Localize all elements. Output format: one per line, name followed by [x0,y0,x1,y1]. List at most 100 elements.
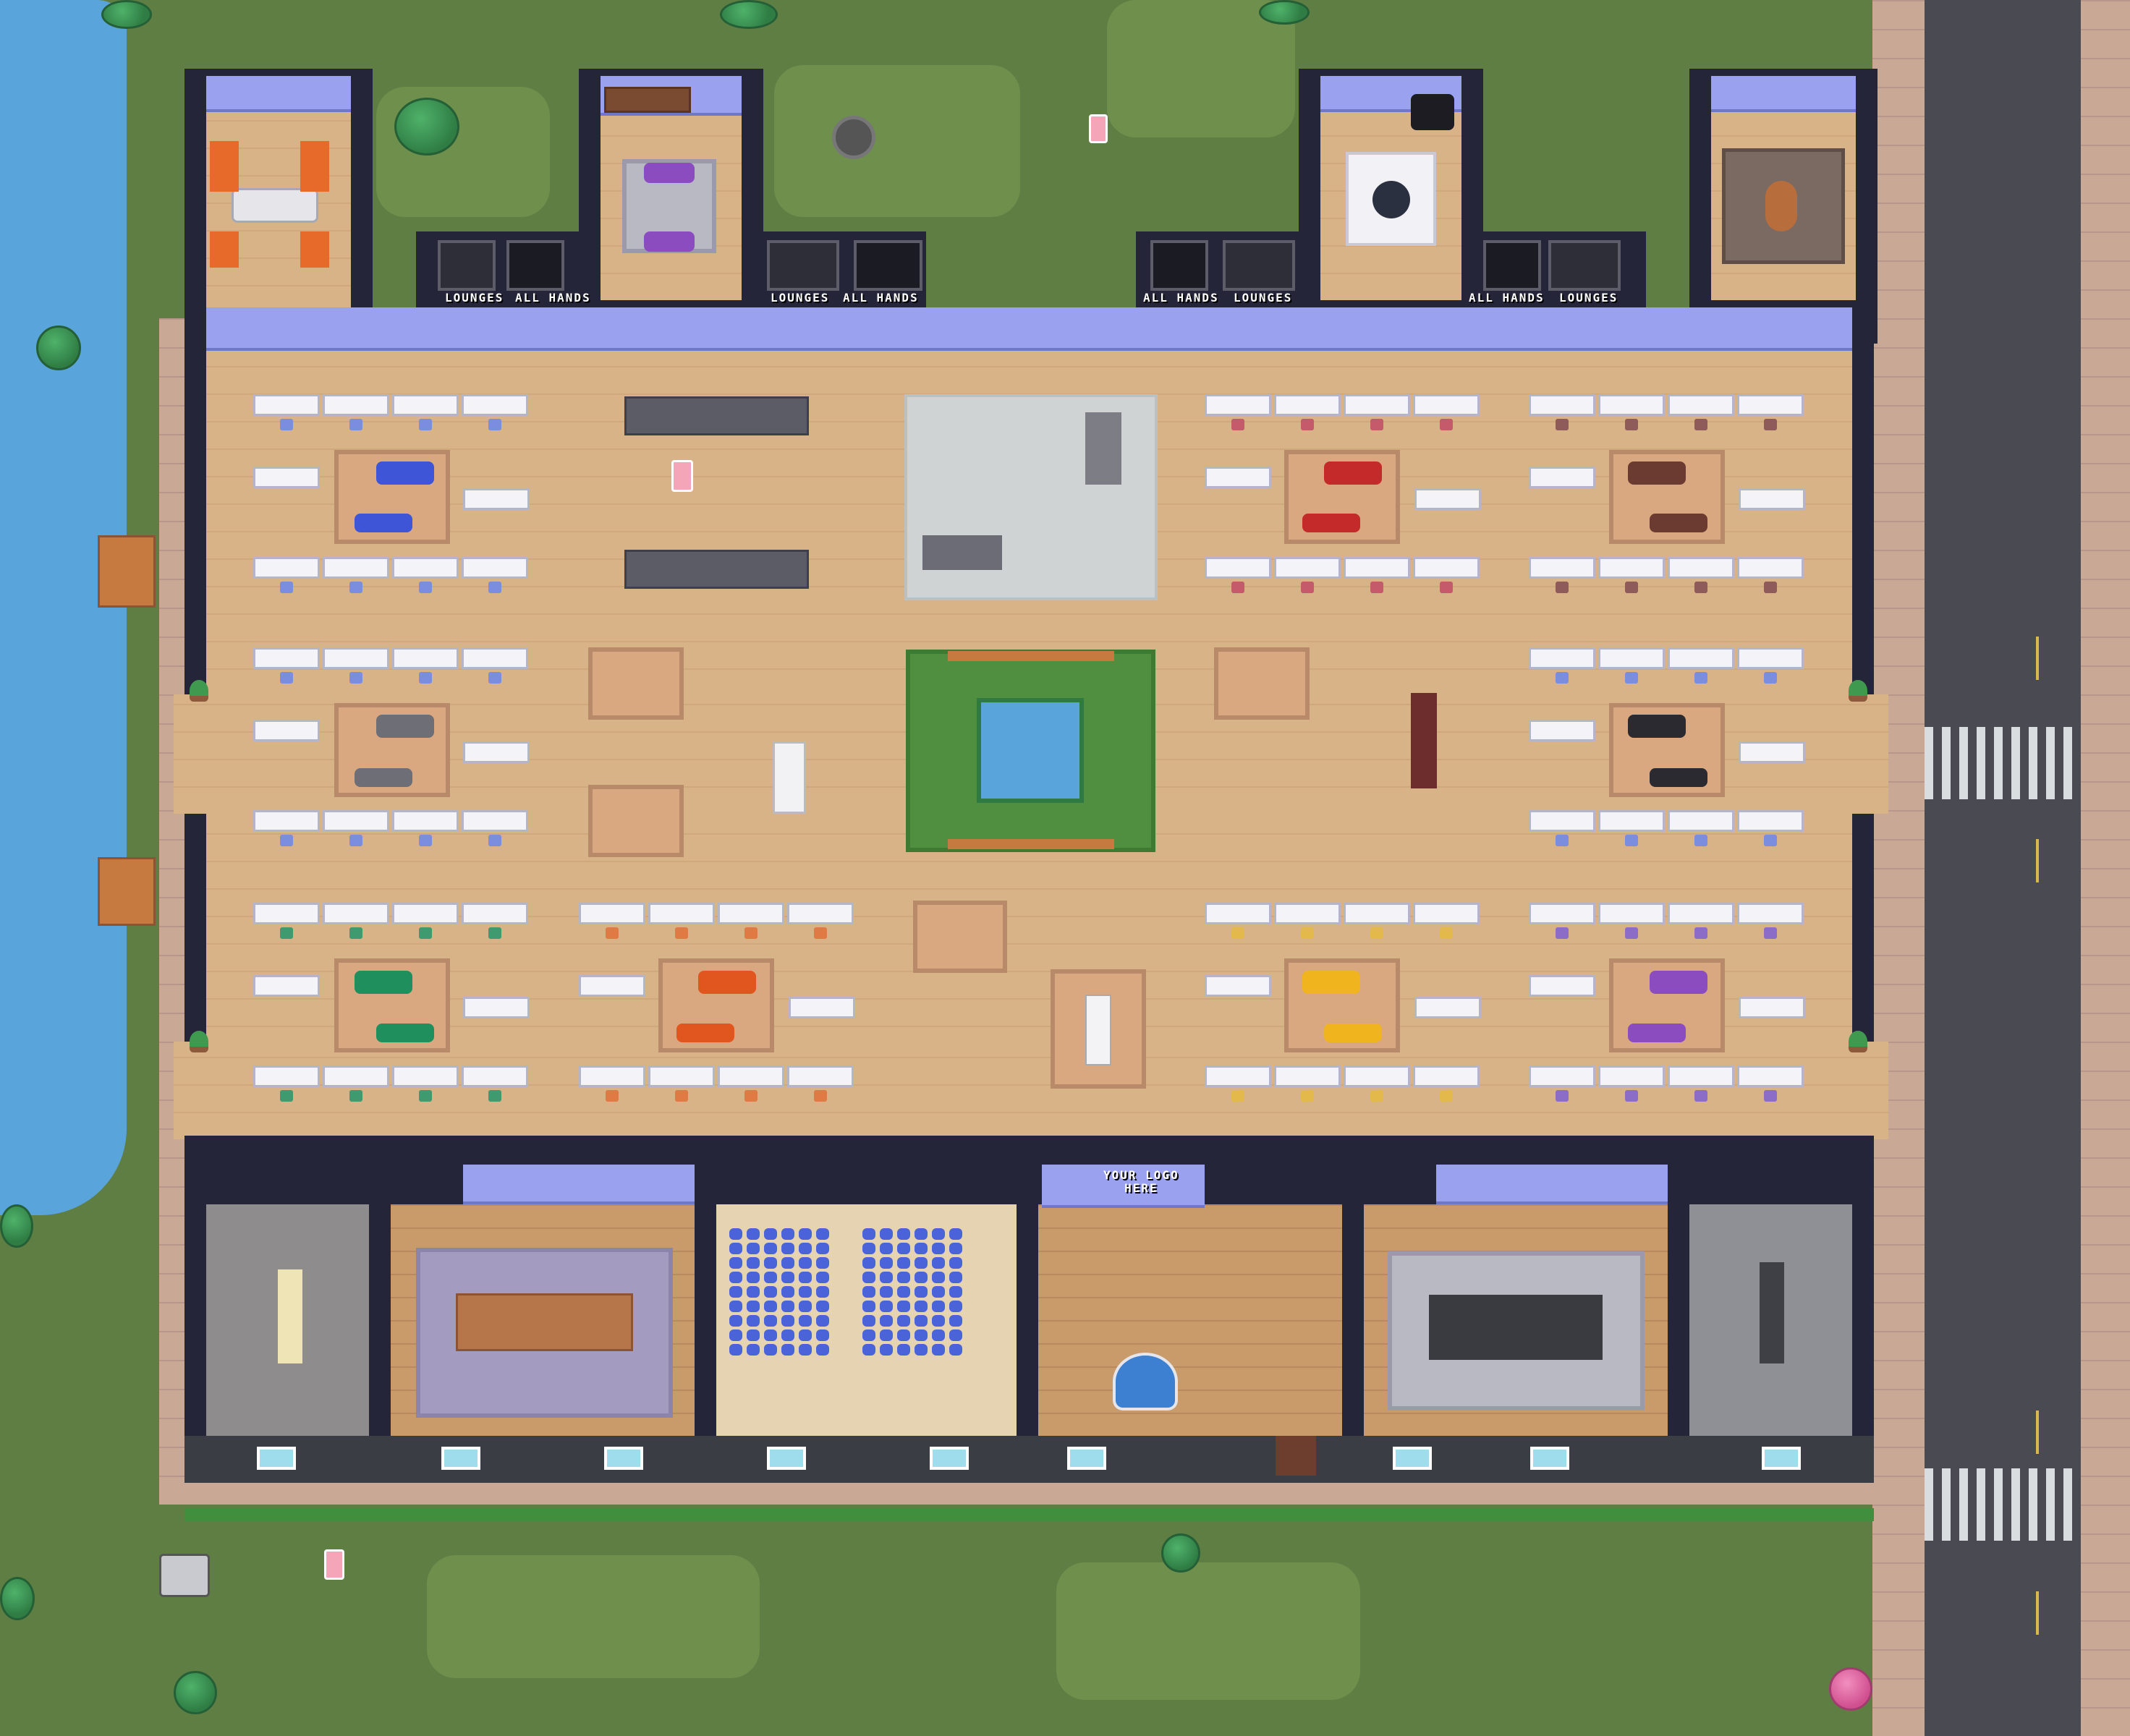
auditorium-seat[interactable] [764,1301,777,1312]
chair[interactable] [814,1090,827,1102]
allhands-elevator[interactable] [1483,240,1541,291]
chair[interactable] [1370,1090,1383,1102]
chair[interactable] [1301,1090,1314,1102]
desk[interactable] [1598,810,1665,832]
auditorium-seat[interactable] [816,1344,829,1356]
dining-table[interactable] [456,1293,633,1351]
desk[interactable] [323,557,389,579]
boardroom-table[interactable] [278,1269,302,1363]
orange-sofa[interactable] [698,971,756,994]
chair[interactable] [280,927,293,939]
auditorium-seat[interactable] [781,1272,794,1283]
desk[interactable] [648,903,715,924]
desk[interactable] [1529,394,1595,416]
chair[interactable] [349,927,362,939]
desk[interactable] [462,903,528,924]
desk[interactable] [789,997,855,1018]
auditorium-seat[interactable] [764,1243,777,1254]
desk[interactable] [1598,394,1665,416]
phone-booth-row[interactable] [624,396,809,435]
desk[interactable] [253,1065,320,1087]
desk[interactable] [718,903,784,924]
auditorium-seat[interactable] [915,1301,928,1312]
auditorium-seat[interactable] [729,1228,742,1240]
auditorium-seat[interactable] [932,1257,945,1269]
auditorium-seat[interactable] [862,1257,875,1269]
auditorium-seat[interactable] [729,1286,742,1298]
auditorium-seat[interactable] [781,1286,794,1298]
allhands-elevator[interactable] [854,240,922,291]
desk[interactable] [787,903,854,924]
crosswalk[interactable] [1925,1468,2081,1541]
auditorium-seat[interactable] [729,1315,742,1327]
auditorium-seat[interactable] [915,1315,928,1327]
brown-sofa[interactable] [1650,514,1707,532]
chair[interactable] [280,582,293,593]
chair[interactable] [606,1090,619,1102]
desk[interactable] [1739,741,1805,763]
desk[interactable] [462,557,528,579]
desk[interactable] [253,647,320,669]
desk[interactable] [1737,647,1804,669]
chair[interactable] [1625,1090,1638,1102]
auditorium-seat[interactable] [932,1315,945,1327]
auditorium-seat[interactable] [729,1272,742,1283]
chair[interactable] [280,419,293,430]
desk[interactable] [1739,997,1805,1018]
chair[interactable] [1694,672,1707,684]
desk[interactable] [1413,557,1480,579]
orange-booth[interactable] [210,231,239,268]
chair[interactable] [1301,582,1314,593]
auditorium-seat[interactable] [799,1329,812,1341]
desk[interactable] [579,975,645,997]
chair[interactable] [1625,835,1638,846]
desk[interactable] [1205,467,1271,488]
desk[interactable] [462,810,528,832]
chair[interactable] [1556,582,1569,593]
desk[interactable] [392,1065,459,1087]
desk[interactable] [718,1065,784,1087]
auditorium-seat[interactable] [747,1329,760,1341]
auditorium-seat[interactable] [862,1301,875,1312]
auditorium-seat[interactable] [816,1257,829,1269]
auditorium-seat[interactable] [949,1228,962,1240]
chair[interactable] [488,582,501,593]
chair[interactable] [1370,582,1383,593]
desk[interactable] [1529,903,1595,924]
desk[interactable] [1598,903,1665,924]
auditorium-seat[interactable] [747,1228,760,1240]
auditorium-seat[interactable] [862,1315,875,1327]
desk[interactable] [787,1065,854,1087]
auditorium-seat[interactable] [880,1344,893,1356]
desk[interactable] [462,647,528,669]
cafe-table[interactable] [232,188,318,223]
chair[interactable] [488,419,501,430]
chair[interactable] [349,835,362,846]
desk[interactable] [1737,557,1804,579]
auditorium-seat[interactable] [880,1329,893,1341]
desk[interactable] [323,810,389,832]
orange-booth[interactable] [300,231,329,268]
auditorium-seat[interactable] [915,1257,928,1269]
chair[interactable] [488,927,501,939]
auditorium-seat[interactable] [799,1272,812,1283]
auditorium-seat[interactable] [897,1344,910,1356]
meeting-table[interactable] [1085,412,1121,485]
orange-sofa[interactable] [676,1024,734,1042]
lounge-elevator[interactable] [1223,240,1295,291]
desk[interactable] [1529,810,1595,832]
desk[interactable] [253,903,320,924]
auditorium-seat[interactable] [932,1344,945,1356]
desk[interactable] [323,647,389,669]
chair[interactable] [1556,927,1569,939]
auditorium-seat[interactable] [729,1344,742,1356]
desk[interactable] [648,1065,715,1087]
desk[interactable] [253,557,320,579]
auditorium-seat[interactable] [897,1329,910,1341]
black-sofa[interactable] [1650,768,1707,787]
allhands-elevator[interactable] [506,240,564,291]
auditorium-seat[interactable] [915,1272,928,1283]
auditorium-seat[interactable] [949,1257,962,1269]
desk[interactable] [463,997,530,1018]
auditorium-seat[interactable] [781,1301,794,1312]
